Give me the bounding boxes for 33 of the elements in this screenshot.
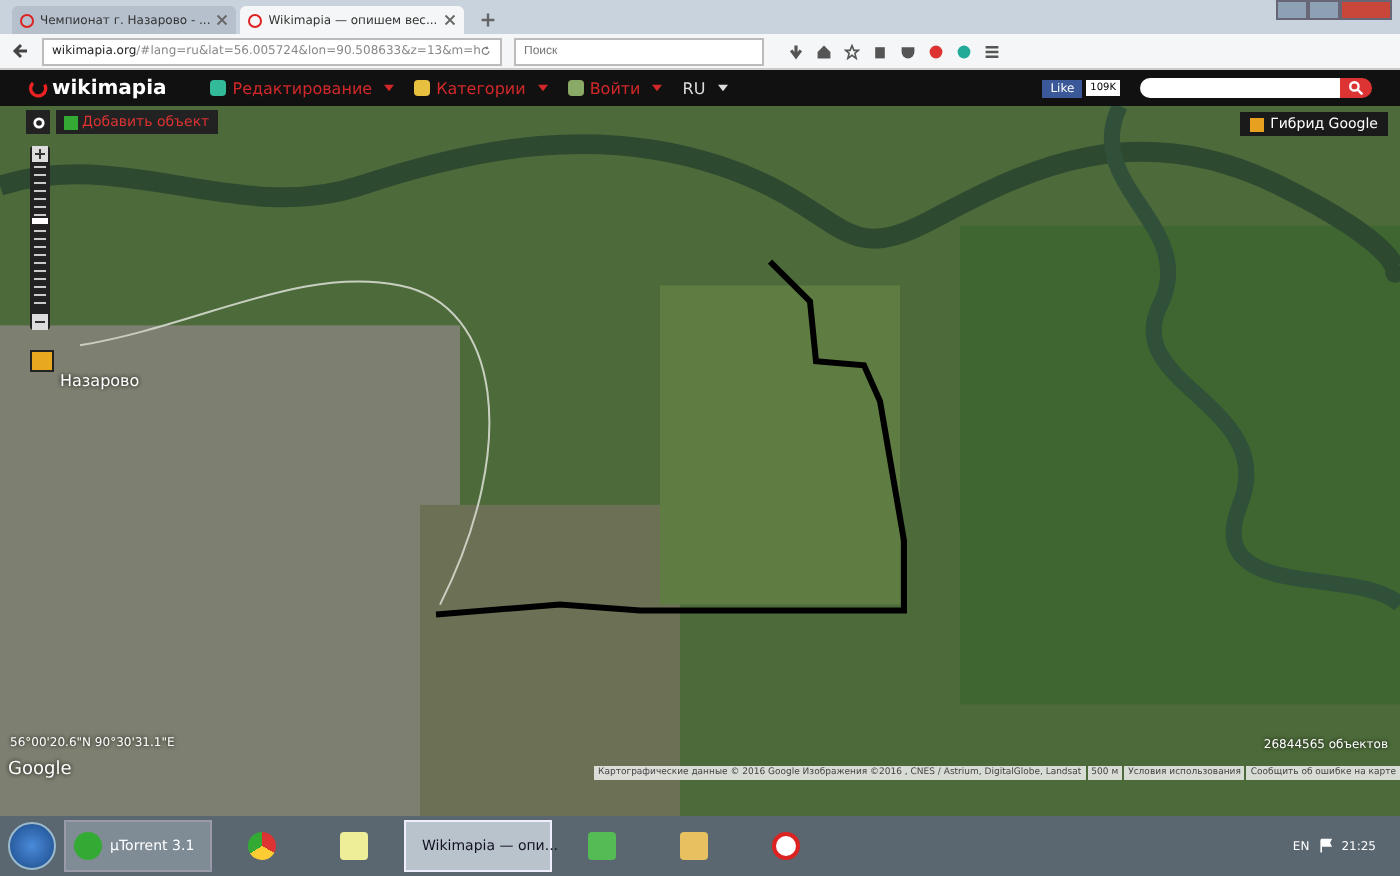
caret-icon (537, 84, 548, 92)
slider-thumb[interactable] (32, 217, 48, 224)
plus-icon[interactable] (479, 12, 496, 28)
menu-dropdown[interactable]: Войти (567, 79, 663, 97)
close-icon[interactable] (216, 14, 229, 26)
caret-icon (652, 84, 663, 92)
town-label: Назарово (60, 372, 140, 390)
search-icon (1348, 80, 1364, 96)
caret-icon (384, 84, 395, 92)
caret-icon (717, 84, 728, 92)
site-search-field[interactable] (1140, 78, 1340, 98)
zoom-out-icon[interactable] (32, 314, 48, 330)
settings-button[interactable] (26, 110, 50, 134)
search-button[interactable] (1340, 78, 1372, 98)
home-icon[interactable] (816, 43, 832, 59)
star-icon[interactable] (844, 43, 860, 59)
logo-icon (28, 78, 48, 98)
flag-icon[interactable] (1317, 838, 1334, 854)
back-icon[interactable] (12, 42, 30, 60)
reload-icon[interactable] (480, 44, 492, 58)
close-icon[interactable] (443, 14, 456, 26)
site-icon (248, 13, 263, 27)
zoom-slider[interactable] (30, 146, 50, 330)
start-button[interactable] (8, 822, 56, 870)
site-icon (20, 13, 34, 27)
menu-dropdown[interactable]: RU (682, 79, 728, 97)
settings-icon (31, 115, 45, 129)
google-logo: Google (8, 760, 72, 780)
site-logo[interactable]: wikimapia (28, 77, 167, 99)
download-icon[interactable] (788, 43, 804, 59)
menu-dropdown[interactable]: Редактирование (210, 79, 395, 97)
zoom-in-icon[interactable] (32, 146, 48, 162)
menu-dropdown[interactable]: Категории (414, 79, 548, 97)
